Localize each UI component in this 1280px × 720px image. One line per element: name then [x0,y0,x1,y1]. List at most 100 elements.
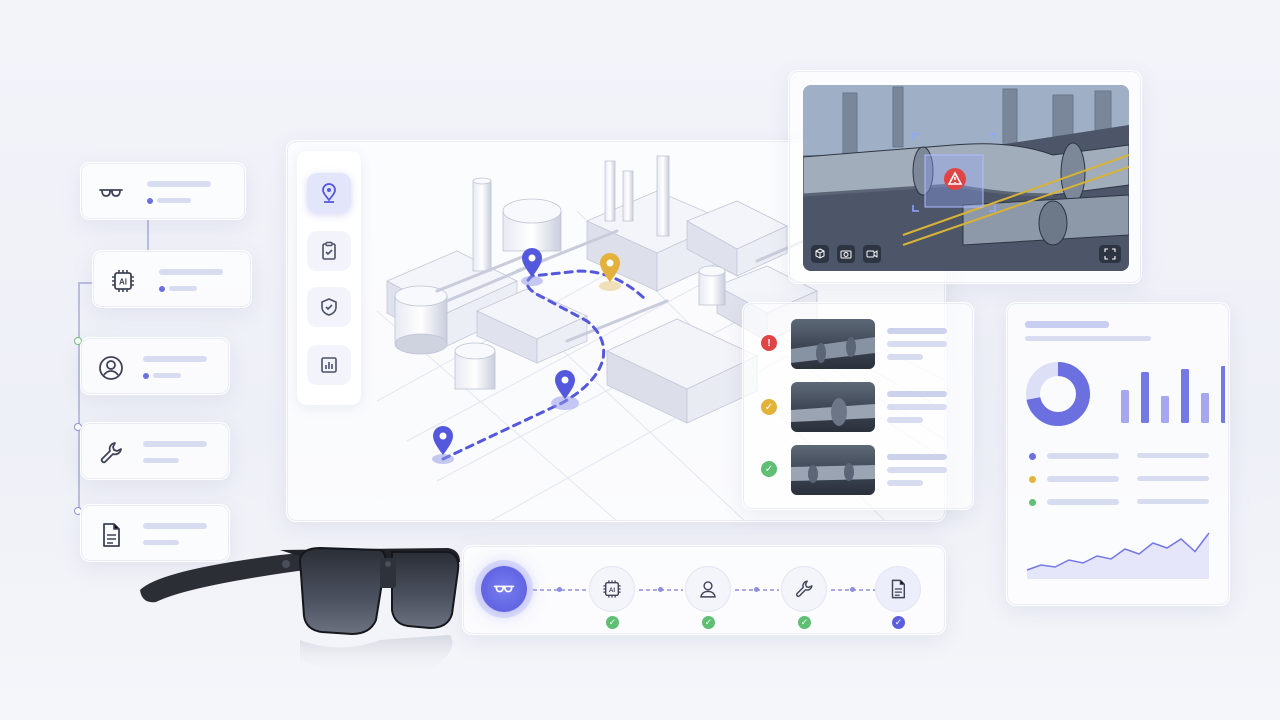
step-title-bar [143,441,207,447]
flow-step-report[interactable] [875,566,921,612]
camera-icon[interactable] [837,245,855,263]
map-tool-checklist[interactable] [307,231,351,271]
item-line-bar [887,354,923,360]
expand-icon[interactable] [1099,245,1121,263]
step-glasses[interactable] [80,162,246,220]
map-tool-safety[interactable] [307,287,351,327]
item-line-bar [887,341,947,347]
step-subtitle-bar [169,286,197,291]
document-icon [97,521,125,549]
shield-check-icon [321,298,337,316]
list-item[interactable]: ✓ [743,367,975,432]
bar [1121,390,1129,423]
user-icon [700,581,716,598]
inspection-thumbnail [791,319,875,369]
camera-controls [811,245,881,263]
document-icon [891,579,905,599]
bar [1201,393,1209,423]
step-dot [159,286,165,292]
inspection-thumbnail [791,445,875,495]
camera-feed[interactable] [803,85,1129,271]
flow-step-glasses[interactable] [481,566,527,612]
bar [1161,396,1169,423]
inspection-thumbnail [791,382,875,432]
legend-label-bar [1047,453,1119,459]
item-title-bar [887,454,947,460]
step-subtitle-bar [157,198,191,203]
video-icon[interactable] [863,245,881,263]
step-dot [147,198,153,204]
workflow-progress: AI ✓ ✓ ✓ ✓ [462,545,946,635]
trend-chart[interactable] [1025,529,1211,583]
bar [1141,372,1149,423]
location-pin-icon [322,183,336,203]
step-maintenance[interactable] [80,422,230,480]
user-icon [97,354,125,382]
ai-chip-icon: AI [603,580,621,598]
step-title-bar [143,523,207,529]
camera-feed-panel [788,70,1142,284]
ai-chip-icon: AI [109,267,137,295]
legend-dot [1029,499,1036,506]
bar [1221,366,1225,423]
step-title-bar [143,356,207,362]
check-icon: ✓ [606,616,619,629]
glasses-icon [493,585,515,593]
list-item[interactable]: ! [743,303,975,369]
step-ai[interactable]: AI [92,250,252,308]
item-line-bar [887,404,947,410]
check-icon: ✓ [702,616,715,629]
ok-status-icon: ✓ [761,461,777,477]
bar-chart-icon [321,357,337,373]
legend-dot [1029,453,1036,460]
map-toolbar [297,151,361,405]
step-subtitle-bar [153,373,181,378]
flow-step-maintenance[interactable] [781,566,827,612]
map-tool-location[interactable] [307,173,351,213]
step-connector-left [78,282,80,512]
legend-dot [1029,476,1036,483]
wrench-icon [97,439,125,467]
wrench-icon [796,580,813,597]
ai-chip-label: AI [119,278,127,287]
error-status-icon: ! [761,335,777,351]
flow-step-user[interactable] [685,566,731,612]
legend-value-bar [1137,499,1209,504]
legend-value-bar [1137,476,1209,481]
flow-connector [831,587,875,592]
bar-chart[interactable] [1115,359,1225,429]
step-connector-top [147,220,149,252]
flow-connector [639,587,683,592]
map-pin[interactable] [551,370,579,410]
legend-value-bar [1137,453,1209,458]
glasses-icon [97,179,125,207]
legend-label-bar [1047,499,1119,505]
bar [1181,369,1189,423]
map-pin[interactable] [432,426,454,464]
check-icon: ✓ [798,616,811,629]
step-user[interactable] [80,337,230,395]
flow-connector [735,587,779,592]
cube-icon[interactable] [811,245,829,263]
item-title-bar [887,328,947,334]
clipboard-check-icon [322,241,336,260]
donut-chart[interactable] [1023,359,1093,429]
legend-label-bar [1047,476,1119,482]
list-item[interactable]: ✓ [743,431,975,495]
warning-triangle-icon [943,167,967,191]
step-title-bar [147,181,211,187]
check-icon: ✓ [892,616,905,629]
flow-step-ai[interactable]: AI [589,566,635,612]
dashboard-subtitle-bar [1025,336,1151,341]
item-line-bar [887,417,923,423]
inspection-list: ! ✓ ✓ [742,302,974,510]
flow-connector [533,587,587,592]
item-title-bar [887,391,947,397]
step-title-bar [159,269,223,275]
item-line-bar [887,467,947,473]
analytics-dashboard [1006,302,1230,606]
smart-glasses-product [140,546,460,674]
map-tool-analytics[interactable] [307,345,351,385]
pending-status-icon: ✓ [761,399,777,415]
step-subtitle-bar [143,458,179,463]
